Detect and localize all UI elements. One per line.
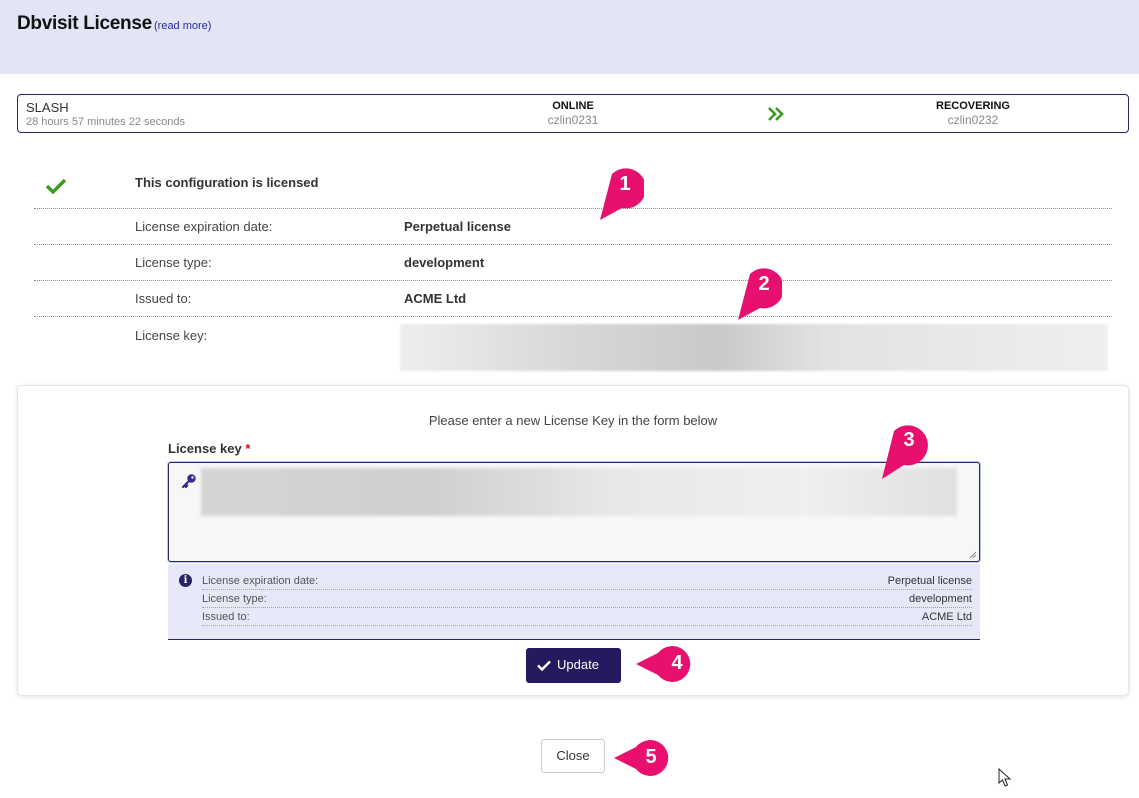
license-status-text: This configuration is licensed	[135, 175, 319, 190]
license-info-table: This configuration is licensed License e…	[34, 162, 1112, 377]
check-icon	[45, 178, 67, 195]
close-button[interactable]: Close	[541, 739, 605, 773]
license-key-row: License key:	[34, 317, 1112, 377]
standby-role: RECOVERING	[936, 100, 1010, 112]
callout-marker-2: 2	[738, 266, 782, 320]
preview-expiration-label: License expiration date:	[202, 575, 319, 587]
double-chevron-right-icon	[768, 107, 784, 121]
preview-row: License expiration date: Perpetual licen…	[202, 572, 972, 590]
preview-type-label: License type:	[202, 593, 267, 605]
license-type-value: development	[404, 255, 485, 270]
license-info-row: License expiration date: Perpetual licen…	[34, 209, 1112, 245]
preview-expiration-value: Perpetual license	[887, 575, 972, 587]
callout-marker-5: 5	[612, 738, 669, 782]
callout-marker-4: 4	[634, 644, 691, 688]
preview-row: License type: development	[202, 590, 972, 608]
callout-number: 1	[619, 173, 631, 195]
required-marker: *	[245, 441, 251, 456]
primary-role: ONLINE	[552, 100, 594, 112]
info-icon: i	[179, 574, 192, 587]
callout-number: 3	[903, 429, 915, 451]
resize-grip-icon[interactable]	[969, 551, 977, 559]
callout-number: 2	[758, 273, 770, 295]
primary-host: czlin0231	[547, 113, 599, 127]
license-type-label: License type:	[135, 255, 212, 270]
expiration-value: Perpetual license	[404, 219, 511, 234]
configuration-status-bar: SLASH 28 hours 57 minutes 22 seconds ONL…	[17, 94, 1129, 133]
issued-to-label: Issued to:	[135, 291, 192, 306]
field-label-text: License key	[168, 441, 242, 456]
license-key-redacted	[400, 324, 1108, 371]
mouse-cursor-icon	[998, 768, 1012, 787]
page-header: Dbvisit License (read more)	[0, 0, 1139, 74]
expiration-label: License expiration date:	[135, 219, 273, 234]
preview-type-value: development	[909, 593, 972, 605]
license-key-input-redacted	[201, 468, 957, 516]
callout-number: 4	[671, 652, 683, 674]
callout-marker-3: 3	[882, 423, 928, 479]
update-button-label: Update	[557, 657, 599, 672]
license-status-row: This configuration is licensed	[34, 162, 1112, 209]
preview-issued-value: ACME Ltd	[921, 611, 972, 623]
standby-host: czlin0232	[947, 113, 999, 127]
license-info-row: License type: development	[34, 245, 1112, 281]
key-icon	[181, 474, 196, 489]
license-key-label: License key:	[135, 328, 208, 343]
issued-to-value: ACME Ltd	[404, 291, 467, 306]
page-title: Dbvisit License	[17, 13, 152, 34]
configuration-name: SLASH	[26, 100, 69, 115]
read-more-link[interactable]: (read more)	[154, 20, 211, 32]
license-info-row: Issued to: ACME Ltd	[34, 281, 1112, 317]
license-key-field-label: License key *	[168, 441, 250, 456]
license-key-input[interactable]	[168, 462, 980, 562]
callout-number: 5	[645, 746, 657, 768]
preview-issued-label: Issued to:	[202, 611, 250, 623]
check-icon	[537, 660, 551, 671]
preview-row: Issued to: ACME Ltd	[202, 608, 972, 626]
update-button[interactable]: Update	[526, 648, 621, 683]
configuration-duration: 28 hours 57 minutes 22 seconds	[26, 116, 185, 128]
form-instruction: Please enter a new License Key in the fo…	[428, 413, 718, 428]
license-update-panel: Please enter a new License Key in the fo…	[17, 385, 1129, 696]
callout-marker-1: 1	[600, 166, 644, 220]
license-preview-box: i License expiration date: Perpetual lic…	[168, 564, 980, 640]
